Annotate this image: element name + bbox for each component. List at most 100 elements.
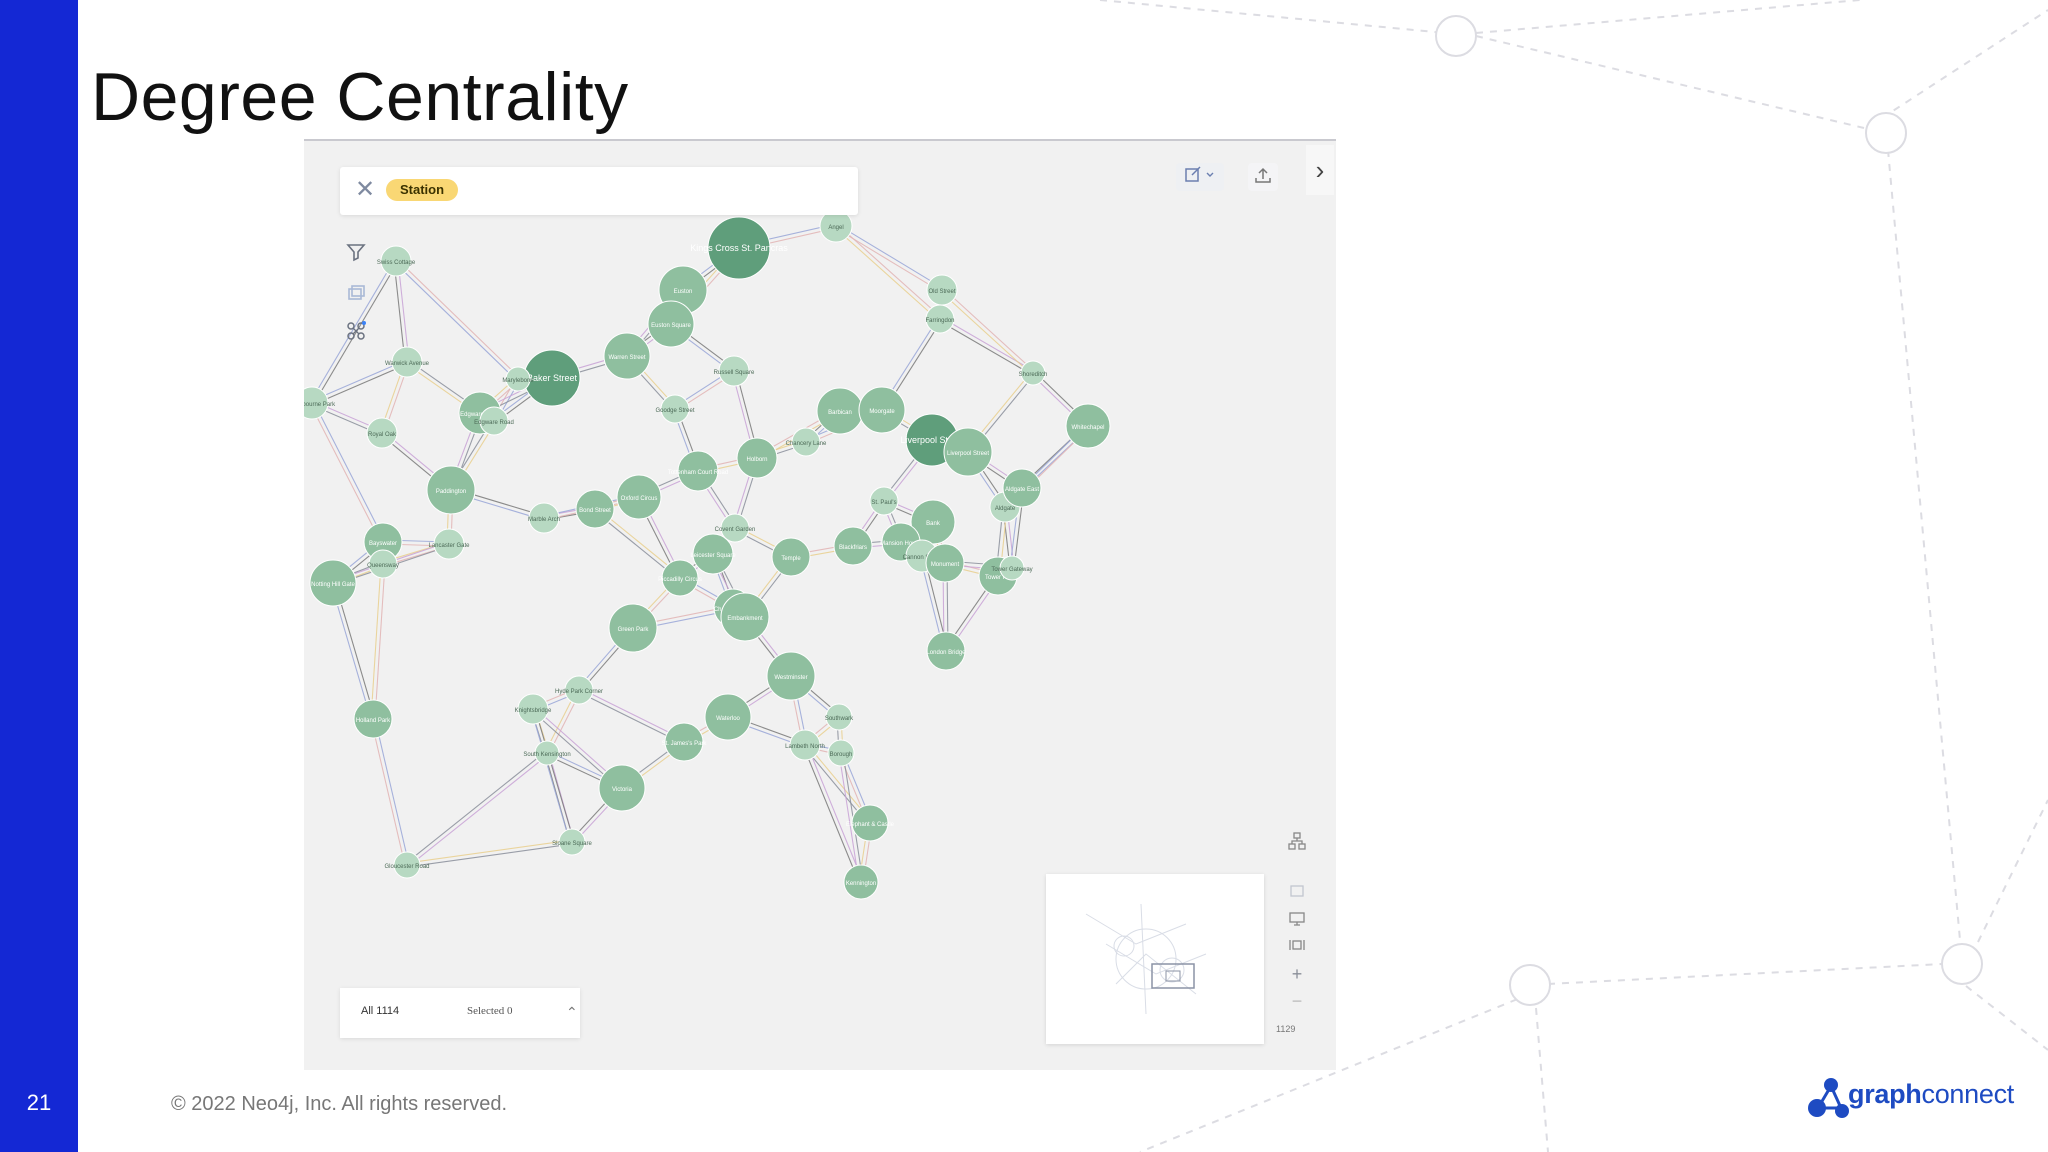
station-node-label: Bond Street: [579, 508, 611, 514]
hierarchy-icon[interactable]: [1284, 831, 1310, 853]
station-node[interactable]: Temple: [771, 537, 811, 577]
station-node[interactable]: Bond Street: [575, 489, 615, 529]
station-node[interactable]: Gloucester Road: [384, 851, 430, 879]
station-node-label: Marylebone: [502, 378, 534, 384]
station-node[interactable]: Whitechapel: [1065, 403, 1111, 449]
relationship-edge: [834, 227, 940, 321]
relationship-edge: [940, 291, 1033, 375]
station-node[interactable]: St. Paul's: [869, 486, 899, 516]
station-node[interactable]: Old Street: [926, 274, 958, 306]
edit-icon[interactable]: [1176, 163, 1224, 191]
station-node[interactable]: Lancaster Gate: [428, 528, 470, 560]
station-node-label: Tower Gateway: [991, 567, 1032, 573]
station-node[interactable]: Monument: [925, 543, 965, 583]
station-node[interactable]: Aldgate East: [1002, 468, 1042, 508]
zoom-in-icon[interactable]: +: [1284, 963, 1310, 985]
station-node[interactable]: Barbican: [816, 387, 864, 435]
station-node[interactable]: Notting Hill Gate: [309, 559, 357, 607]
present-icon[interactable]: [1284, 910, 1310, 932]
station-node[interactable]: Russell Square: [714, 355, 755, 387]
station-node[interactable]: Euston Square: [647, 300, 695, 348]
selection-count-bar[interactable]: All 1114 Selected 0 ⌃: [340, 988, 580, 1038]
station-node-label: Queensway: [367, 563, 399, 569]
zoom-out-icon[interactable]: −: [1284, 990, 1310, 1012]
station-node-label: Angel: [828, 225, 843, 231]
station-node[interactable]: St. James's Park: [662, 722, 708, 762]
station-node[interactable]: Paddington: [426, 465, 476, 515]
station-node-label: Notting Hill Gate: [311, 582, 355, 588]
station-node-label: Westbourne Park: [304, 402, 336, 408]
station-node-label: Chancery Lane: [786, 441, 827, 447]
station-node-label: Holland Park: [356, 718, 391, 724]
station-node[interactable]: Southwark: [825, 703, 854, 731]
station-node-label: Blackfriars: [839, 545, 867, 551]
station-node-label: South Kensington: [523, 752, 570, 758]
station-node-label: Lancaster Gate: [428, 543, 470, 549]
panel-collapse-chevron-icon[interactable]: ›: [1306, 145, 1334, 195]
label-chip[interactable]: Station: [386, 179, 459, 201]
station-node-label: Oxford Circus: [621, 496, 658, 502]
station-node[interactable]: Chancery Lane: [786, 427, 827, 457]
station-node[interactable]: Holborn: [736, 437, 778, 479]
relationship-edge: [938, 320, 1033, 376]
station-node-label: Warwick Avenue: [385, 361, 430, 367]
filter-icon[interactable]: [341, 241, 371, 271]
zoom-level: 1129: [1276, 1024, 1296, 1034]
station-node-label: Goodge Street: [655, 408, 694, 414]
station-node[interactable]: Holland Park: [353, 699, 393, 739]
station-node[interactable]: Sloane Square: [552, 828, 593, 856]
selected-count: Selected 0: [467, 1005, 513, 1017]
station-node-label: Barbican: [828, 410, 852, 416]
station-node[interactable]: Oxford Circus: [616, 474, 662, 520]
station-node-label: Royal Oak: [368, 432, 397, 438]
station-node[interactable]: Westbourne Park: [304, 386, 336, 420]
station-node-label: Monument: [931, 562, 960, 568]
station-node[interactable]: Embankment: [720, 592, 770, 642]
station-node-label: Bayswater: [369, 541, 397, 547]
station-node-label: Farringdon: [925, 318, 954, 324]
station-node[interactable]: Warren Street: [603, 332, 651, 380]
station-node[interactable]: Warwick Avenue: [385, 346, 430, 378]
station-node[interactable]: Liverpool Street: [943, 427, 993, 477]
accent-sidebar: [0, 0, 78, 1152]
station-node[interactable]: Moorgate: [858, 386, 906, 434]
station-node[interactable]: Royal Oak: [366, 417, 398, 449]
station-node[interactable]: Hyde Park Corner: [555, 675, 603, 705]
fit-icon[interactable]: [1284, 882, 1310, 904]
station-node[interactable]: Lambeth North: [785, 729, 825, 761]
station-node[interactable]: Goodge Street: [655, 394, 695, 424]
station-node-label: Marble Arch: [528, 517, 560, 523]
station-node[interactable]: Elephant & Castle: [846, 804, 895, 842]
station-node[interactable]: Waterloo: [704, 693, 752, 741]
station-node[interactable]: South Kensington: [523, 740, 571, 766]
station-node[interactable]: Kings Cross St. Pancras: [690, 216, 788, 280]
minimap[interactable]: [1046, 874, 1264, 1044]
all-count: All 1114: [361, 1005, 400, 1017]
station-node-label: Waterloo: [716, 716, 740, 722]
chevron-up-icon[interactable]: ⌃: [566, 1004, 578, 1021]
layers-icon[interactable]: [341, 282, 371, 312]
station-node-label: Holborn: [746, 457, 767, 463]
graph-algo-icon[interactable]: [341, 320, 371, 350]
station-node[interactable]: Kennington: [843, 864, 879, 900]
station-node[interactable]: London Bridge: [926, 631, 966, 671]
station-node-label: Bank: [926, 521, 941, 527]
station-node[interactable]: Marble Arch: [528, 502, 560, 534]
close-icon[interactable]: ✕: [354, 178, 376, 202]
station-node[interactable]: Green Park: [608, 603, 658, 653]
station-node-label: Tottenham Court Road: [668, 470, 728, 476]
station-node[interactable]: Farringdon: [925, 304, 955, 334]
export-icon[interactable]: [1248, 163, 1278, 191]
station-node[interactable]: Tottenham Court Road: [668, 450, 728, 492]
brand-wordmark: graphconnect: [1848, 1079, 2014, 1110]
relationship-edge: [836, 224, 942, 318]
station-node-label: Moorgate: [869, 409, 895, 415]
station-node[interactable]: Victoria: [598, 764, 646, 812]
search-bar[interactable]: ✕ Station: [340, 167, 858, 215]
copyright-notice: © 2022 Neo4j, Inc. All rights reserved.: [171, 1093, 508, 1115]
station-node[interactable]: Knightsbridge: [515, 693, 552, 725]
station-node[interactable]: Blackfriars: [833, 526, 873, 566]
station-node[interactable]: Westminster: [766, 651, 816, 701]
station-node[interactable]: Borough: [827, 739, 855, 767]
layout-icon[interactable]: [1284, 936, 1310, 958]
